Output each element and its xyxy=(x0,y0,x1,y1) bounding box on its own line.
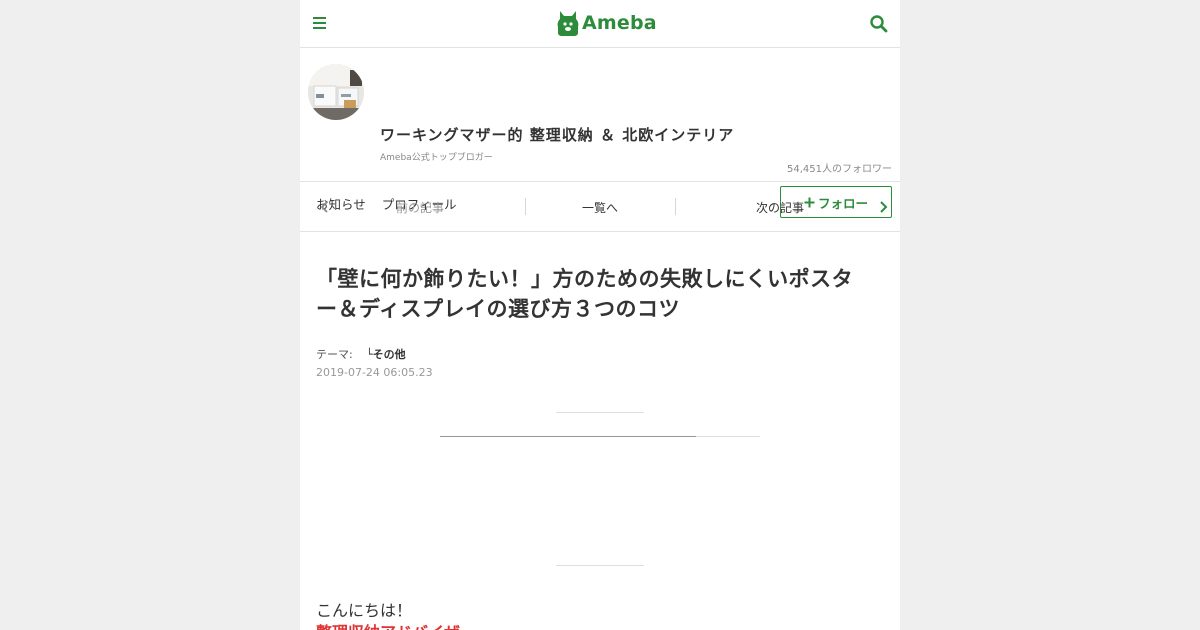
prev-article-link[interactable]: 前の記事 xyxy=(360,199,480,216)
article: 「壁に何か飾りたい！」方のための失敗しにくいポスタ ー＆ディスプレイの選び方３つ… xyxy=(300,232,900,630)
article-title-line-1: 「壁に何か飾りたい！」方のための失敗しにくいポスタ xyxy=(316,267,854,291)
nav-divider xyxy=(675,198,676,215)
article-navigation: 前の記事 一覧へ 次の記事 xyxy=(300,182,900,232)
blog-title[interactable]: ワーキングマザー的 整理収納 ＆ 北欧インテリア xyxy=(380,124,734,145)
next-article-link[interactable]: 次の記事 xyxy=(720,199,840,216)
logo-text: Ameba xyxy=(582,12,657,34)
body-greeting: こんにちは！ xyxy=(316,601,413,620)
article-list-link[interactable]: 一覧へ xyxy=(540,199,660,216)
theme-label: テーマ: xyxy=(316,348,353,361)
body-highlight: 整理収納アドバイザー xyxy=(316,621,884,630)
ameba-logo[interactable]: Ameba xyxy=(557,8,657,38)
official-blogger-badge: Ameba公式トップブロガー xyxy=(380,153,493,163)
article-title-line-2: ー＆ディスプレイの選び方３つのコツ xyxy=(316,297,681,321)
follower-count[interactable]: 54,451人のフォロワー xyxy=(787,160,892,175)
article-date: 2019-07-24 06:05.23 xyxy=(316,366,433,379)
article-theme: テーマ: └その他 xyxy=(316,346,884,362)
nav-divider xyxy=(525,198,526,215)
chevron-left-icon[interactable] xyxy=(318,199,332,215)
loading-bar-track xyxy=(696,436,760,437)
page: Ameba ワーキングマザー的 整理収納 ＆ 北欧インテリア Ameba公式トッ… xyxy=(300,0,900,630)
blog-profile: ワーキングマザー的 整理収納 ＆ 北欧インテリア Ameba公式トップブロガー … xyxy=(300,48,900,218)
ameba-mascot-icon xyxy=(557,11,579,36)
site-header: Ameba xyxy=(300,0,900,48)
divider xyxy=(556,412,644,413)
theme-link[interactable]: └その他 xyxy=(366,346,406,362)
article-title: 「壁に何か飾りたい！」方のための失敗しにくいポスタ ー＆ディスプレイの選び方３つ… xyxy=(316,264,884,324)
hamburger-menu-icon[interactable] xyxy=(312,14,328,34)
chevron-right-icon[interactable] xyxy=(876,199,890,215)
ad-placeholder xyxy=(316,379,884,579)
divider xyxy=(556,565,644,566)
search-icon[interactable] xyxy=(868,13,890,35)
loading-bar xyxy=(440,436,696,437)
blog-avatar[interactable] xyxy=(308,64,364,120)
